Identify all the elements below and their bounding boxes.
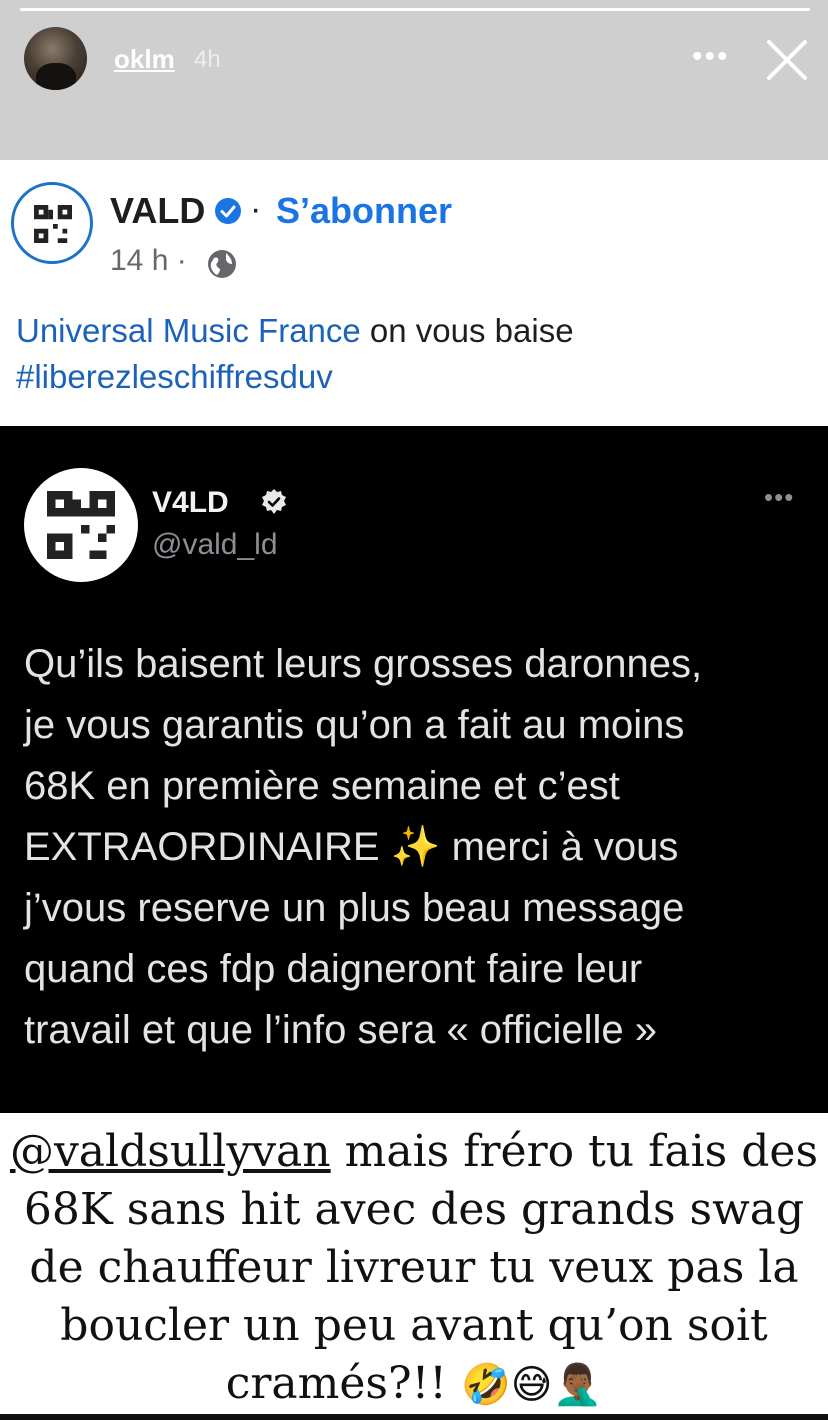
caption-mention[interactable]: @valdsullyvan [10,1126,331,1177]
story-timestamp: 4h [194,46,221,73]
caption-text: @valdsullyvan mais fréro tu fais des 68K… [0,1123,828,1414]
sparkles-emoji: ✨ [390,825,441,869]
name-separator: · [250,190,262,228]
story-username[interactable]: oklm [114,44,175,75]
page-name[interactable]: VALD [110,190,205,232]
caption-emojis: 🤣😅🤦🏾‍♂️ [460,1362,603,1408]
tweet-line: je vous garantis qu’on a fait au moins [24,703,685,747]
embedded-tweet: V4LD @vald_ld ••• Qu’ils baisent leurs g… [0,426,828,1113]
more-horizontal-icon[interactable]: ••• [692,42,728,72]
tweet-line: Qu’ils baisent leurs grosses daronnes, [24,642,703,686]
tweet-line: travail et que l’info sera « officielle … [24,1008,657,1052]
tweet-line: EXTRAORDINAIRE [24,825,380,869]
qr-code-icon [47,491,115,559]
hashtag-link[interactable]: #liberezleschiffresduv [16,358,333,395]
close-icon[interactable] [765,38,809,82]
story-caption: @valdsullyvan mais fréro tu fais des 68K… [0,1113,828,1420]
mention-link[interactable]: Universal Music France [16,312,361,349]
tweet-handle[interactable]: @vald_ld [152,528,278,562]
tweet-avatar[interactable] [24,468,138,582]
post-meta: 14 h · [110,244,187,277]
tweet-line: j’vous reserve un plus beau message [24,886,685,930]
page-avatar[interactable] [11,182,93,264]
qr-code-icon [34,205,72,243]
tweet-display-name[interactable]: V4LD [152,486,229,520]
globe-icon [208,250,236,278]
post-text-rest: on vous baise [360,312,574,349]
tweet-line: 68K en première semaine et c’est [24,764,620,808]
story-progress-bar [20,8,810,11]
user-avatar[interactable] [24,27,87,90]
post-text: Universal Music France on vous baise #li… [16,308,816,400]
bottom-edge [0,1414,828,1420]
tweet-body: Qu’ils baisent leurs grosses daronnes, j… [24,634,814,1061]
tweet-line: quand ces fdp daigneront faire leur [24,947,643,991]
more-horizontal-icon[interactable]: ••• [764,484,794,510]
follow-button[interactable]: S’abonner [276,190,452,232]
verified-badge-icon [215,198,241,224]
story-header: oklm 4h ••• [0,0,828,160]
verified-badge-icon [262,489,286,514]
facebook-post: VALD · S’abonner 14 h · Universal Music … [0,160,828,426]
story-progress-fill [20,8,810,11]
tweet-line: merci à vous [440,825,679,869]
